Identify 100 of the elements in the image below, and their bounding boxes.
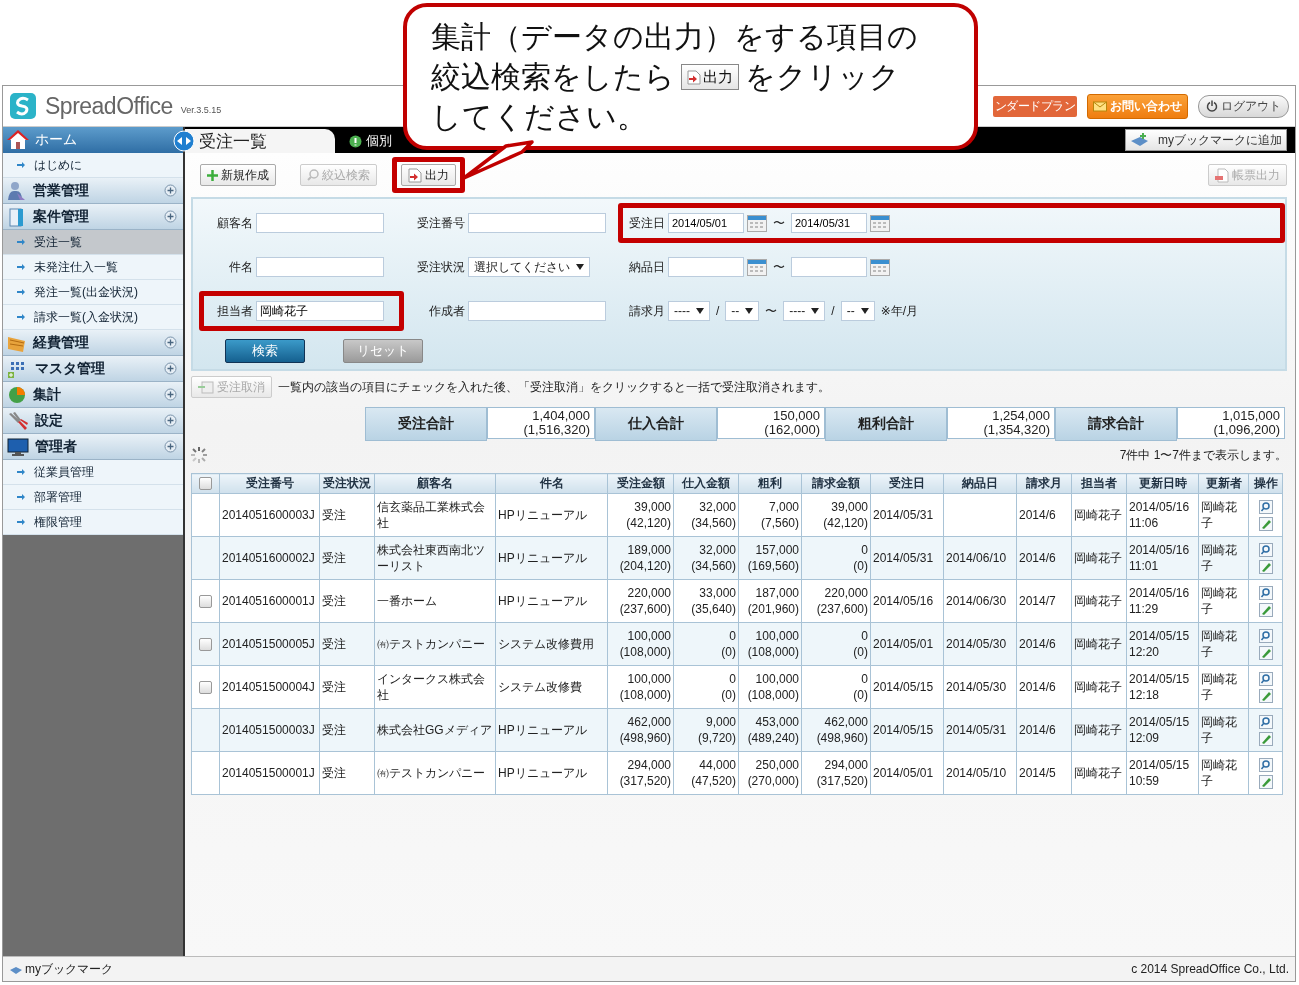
magnifier-icon[interactable] — [1258, 714, 1273, 729]
sidebar-group[interactable]: 管理者 — [3, 434, 183, 460]
sidebar-group[interactable]: 集計 — [3, 382, 183, 408]
collapse-toggle-icon[interactable] — [173, 130, 195, 152]
plus-circle-icon[interactable] — [164, 210, 177, 223]
column-header[interactable]: 納品日 — [943, 473, 1017, 494]
column-header[interactable]: 請求月 — [1016, 473, 1072, 494]
tab[interactable]: 受注一覧 — [185, 129, 335, 153]
column-header[interactable]: 受注金額 — [607, 473, 674, 494]
column-header[interactable]: 受注番号 — [219, 473, 320, 494]
plus-circle-icon[interactable] — [164, 362, 177, 375]
sidebar-item[interactable]: 従業員管理 — [3, 460, 183, 485]
date-field[interactable]: 2014/05/31 — [791, 213, 867, 233]
column-header[interactable]: 受注状況 — [319, 473, 375, 494]
sidebar-item[interactable]: 権限管理 — [3, 510, 183, 535]
row-checkbox[interactable] — [199, 594, 212, 608]
magnifier-icon[interactable] — [1258, 671, 1273, 686]
table-cell: 2014/05/15 10:59 — [1126, 751, 1199, 795]
select-all-checkbox[interactable] — [199, 477, 212, 490]
table-cell: 2014/05/16 11:01 — [1126, 536, 1199, 580]
dropdown[interactable]: -- — [840, 301, 875, 321]
sidebar-group[interactable]: 営業管理 — [3, 178, 183, 204]
dropdown[interactable]: 選択してください — [468, 257, 590, 277]
sidebar-header[interactable]: ホーム — [3, 127, 183, 153]
sidebar-item[interactable]: 発注一覧(出金状況) — [3, 280, 183, 305]
text-field[interactable]: 岡崎花子 — [256, 301, 384, 321]
text-field[interactable] — [256, 257, 384, 277]
table-cell: HPリニューアル — [495, 751, 608, 795]
logout-button[interactable]: ログアウト — [1198, 94, 1289, 118]
column-header[interactable]: 受注日 — [870, 473, 944, 494]
sidebar-item[interactable]: はじめに — [3, 153, 183, 178]
magnifier-icon[interactable] — [1258, 757, 1273, 772]
bookmark-add-button[interactable]: myブックマークに追加 — [1125, 129, 1287, 151]
sidebar-group[interactable]: 経費管理 — [3, 330, 183, 356]
table-cell: 189,000 (204,120) — [607, 536, 674, 580]
arrow-icon — [17, 518, 26, 526]
text-field[interactable] — [468, 213, 606, 233]
plus-circle-icon[interactable] — [164, 414, 177, 427]
column-header[interactable]: 件名 — [495, 473, 608, 494]
date-field[interactable] — [668, 257, 744, 277]
sidebar-item[interactable]: 請求一覧(入金状況) — [3, 305, 183, 330]
sidebar-item[interactable]: 未発注仕入一覧 — [3, 255, 183, 280]
search-button[interactable]: 検索 — [225, 339, 305, 363]
plus-icon — [207, 169, 218, 181]
field-label: 請求月 — [628, 302, 665, 320]
pliers-icon — [7, 410, 29, 431]
export-icon — [687, 69, 701, 85]
total-value: 150,000 (162,000) — [717, 407, 825, 439]
dropdown[interactable]: ---- — [668, 301, 710, 321]
row-checkbox[interactable] — [199, 680, 212, 694]
item-label: はじめに — [34, 156, 82, 174]
calendar-icon[interactable] — [870, 258, 890, 276]
calendar-icon[interactable] — [747, 258, 767, 276]
date-field[interactable] — [791, 257, 867, 277]
column-header[interactable]: 担当者 — [1071, 473, 1127, 494]
item-label: 受注一覧 — [34, 233, 82, 251]
dropdown[interactable]: ---- — [783, 301, 826, 321]
pencil-icon[interactable] — [1258, 559, 1273, 574]
table-cell: 2014/6 — [1016, 493, 1072, 537]
dropdown[interactable]: -- — [725, 301, 760, 321]
pencil-icon[interactable] — [1258, 602, 1273, 617]
column-header[interactable]: 粗利 — [738, 473, 802, 494]
date-field[interactable]: 2014/05/01 — [668, 213, 744, 233]
sidebar-item[interactable]: 部署管理 — [3, 485, 183, 510]
bookmarks-link[interactable]: myブックマーク — [25, 960, 113, 978]
magnifier-icon[interactable] — [1258, 542, 1273, 557]
magnifier-icon[interactable] — [1258, 585, 1273, 600]
pencil-icon[interactable] — [1258, 774, 1273, 789]
toolbar-button[interactable]: 新規作成 — [200, 164, 276, 186]
pencil-icon[interactable] — [1258, 731, 1273, 746]
column-header[interactable]: 請求金額 — [801, 473, 871, 494]
sidebar-item[interactable]: 受注一覧 — [3, 230, 183, 255]
arrow-icon — [17, 263, 26, 271]
table-cell: 9,000 (9,720) — [673, 708, 739, 752]
row-checkbox[interactable] — [199, 637, 212, 651]
pencil-icon[interactable] — [1258, 516, 1273, 531]
sidebar-group[interactable]: 案件管理 — [3, 204, 183, 230]
plus-circle-icon[interactable] — [164, 336, 177, 349]
magnifier-icon[interactable] — [1258, 499, 1273, 514]
text-field[interactable] — [256, 213, 384, 233]
column-header[interactable]: 操作 — [1248, 473, 1283, 494]
sidebar-group[interactable]: マスタ管理 — [3, 356, 183, 382]
magnifier-icon[interactable] — [1258, 628, 1273, 643]
text-field[interactable] — [468, 301, 606, 321]
pencil-icon[interactable] — [1258, 688, 1273, 703]
column-header[interactable]: 仕入金額 — [673, 473, 739, 494]
tab[interactable]: 個別 — [335, 129, 406, 153]
calendar-icon[interactable] — [870, 214, 890, 232]
column-header[interactable]: 更新者 — [1198, 473, 1249, 494]
plus-circle-icon[interactable] — [164, 440, 177, 453]
plus-circle-icon[interactable] — [164, 184, 177, 197]
table-cell: ㈲テストカンパニー — [374, 622, 496, 666]
column-header[interactable]: 更新日時 — [1126, 473, 1199, 494]
table-cell: 0 (0) — [801, 622, 871, 666]
sidebar-group[interactable]: 設定 — [3, 408, 183, 434]
column-header[interactable]: 顧客名 — [374, 473, 496, 494]
pencil-icon[interactable] — [1258, 645, 1273, 660]
plus-circle-icon[interactable] — [164, 388, 177, 401]
toolbar-button[interactable]: 出力 — [401, 164, 456, 186]
calendar-icon[interactable] — [747, 214, 767, 232]
